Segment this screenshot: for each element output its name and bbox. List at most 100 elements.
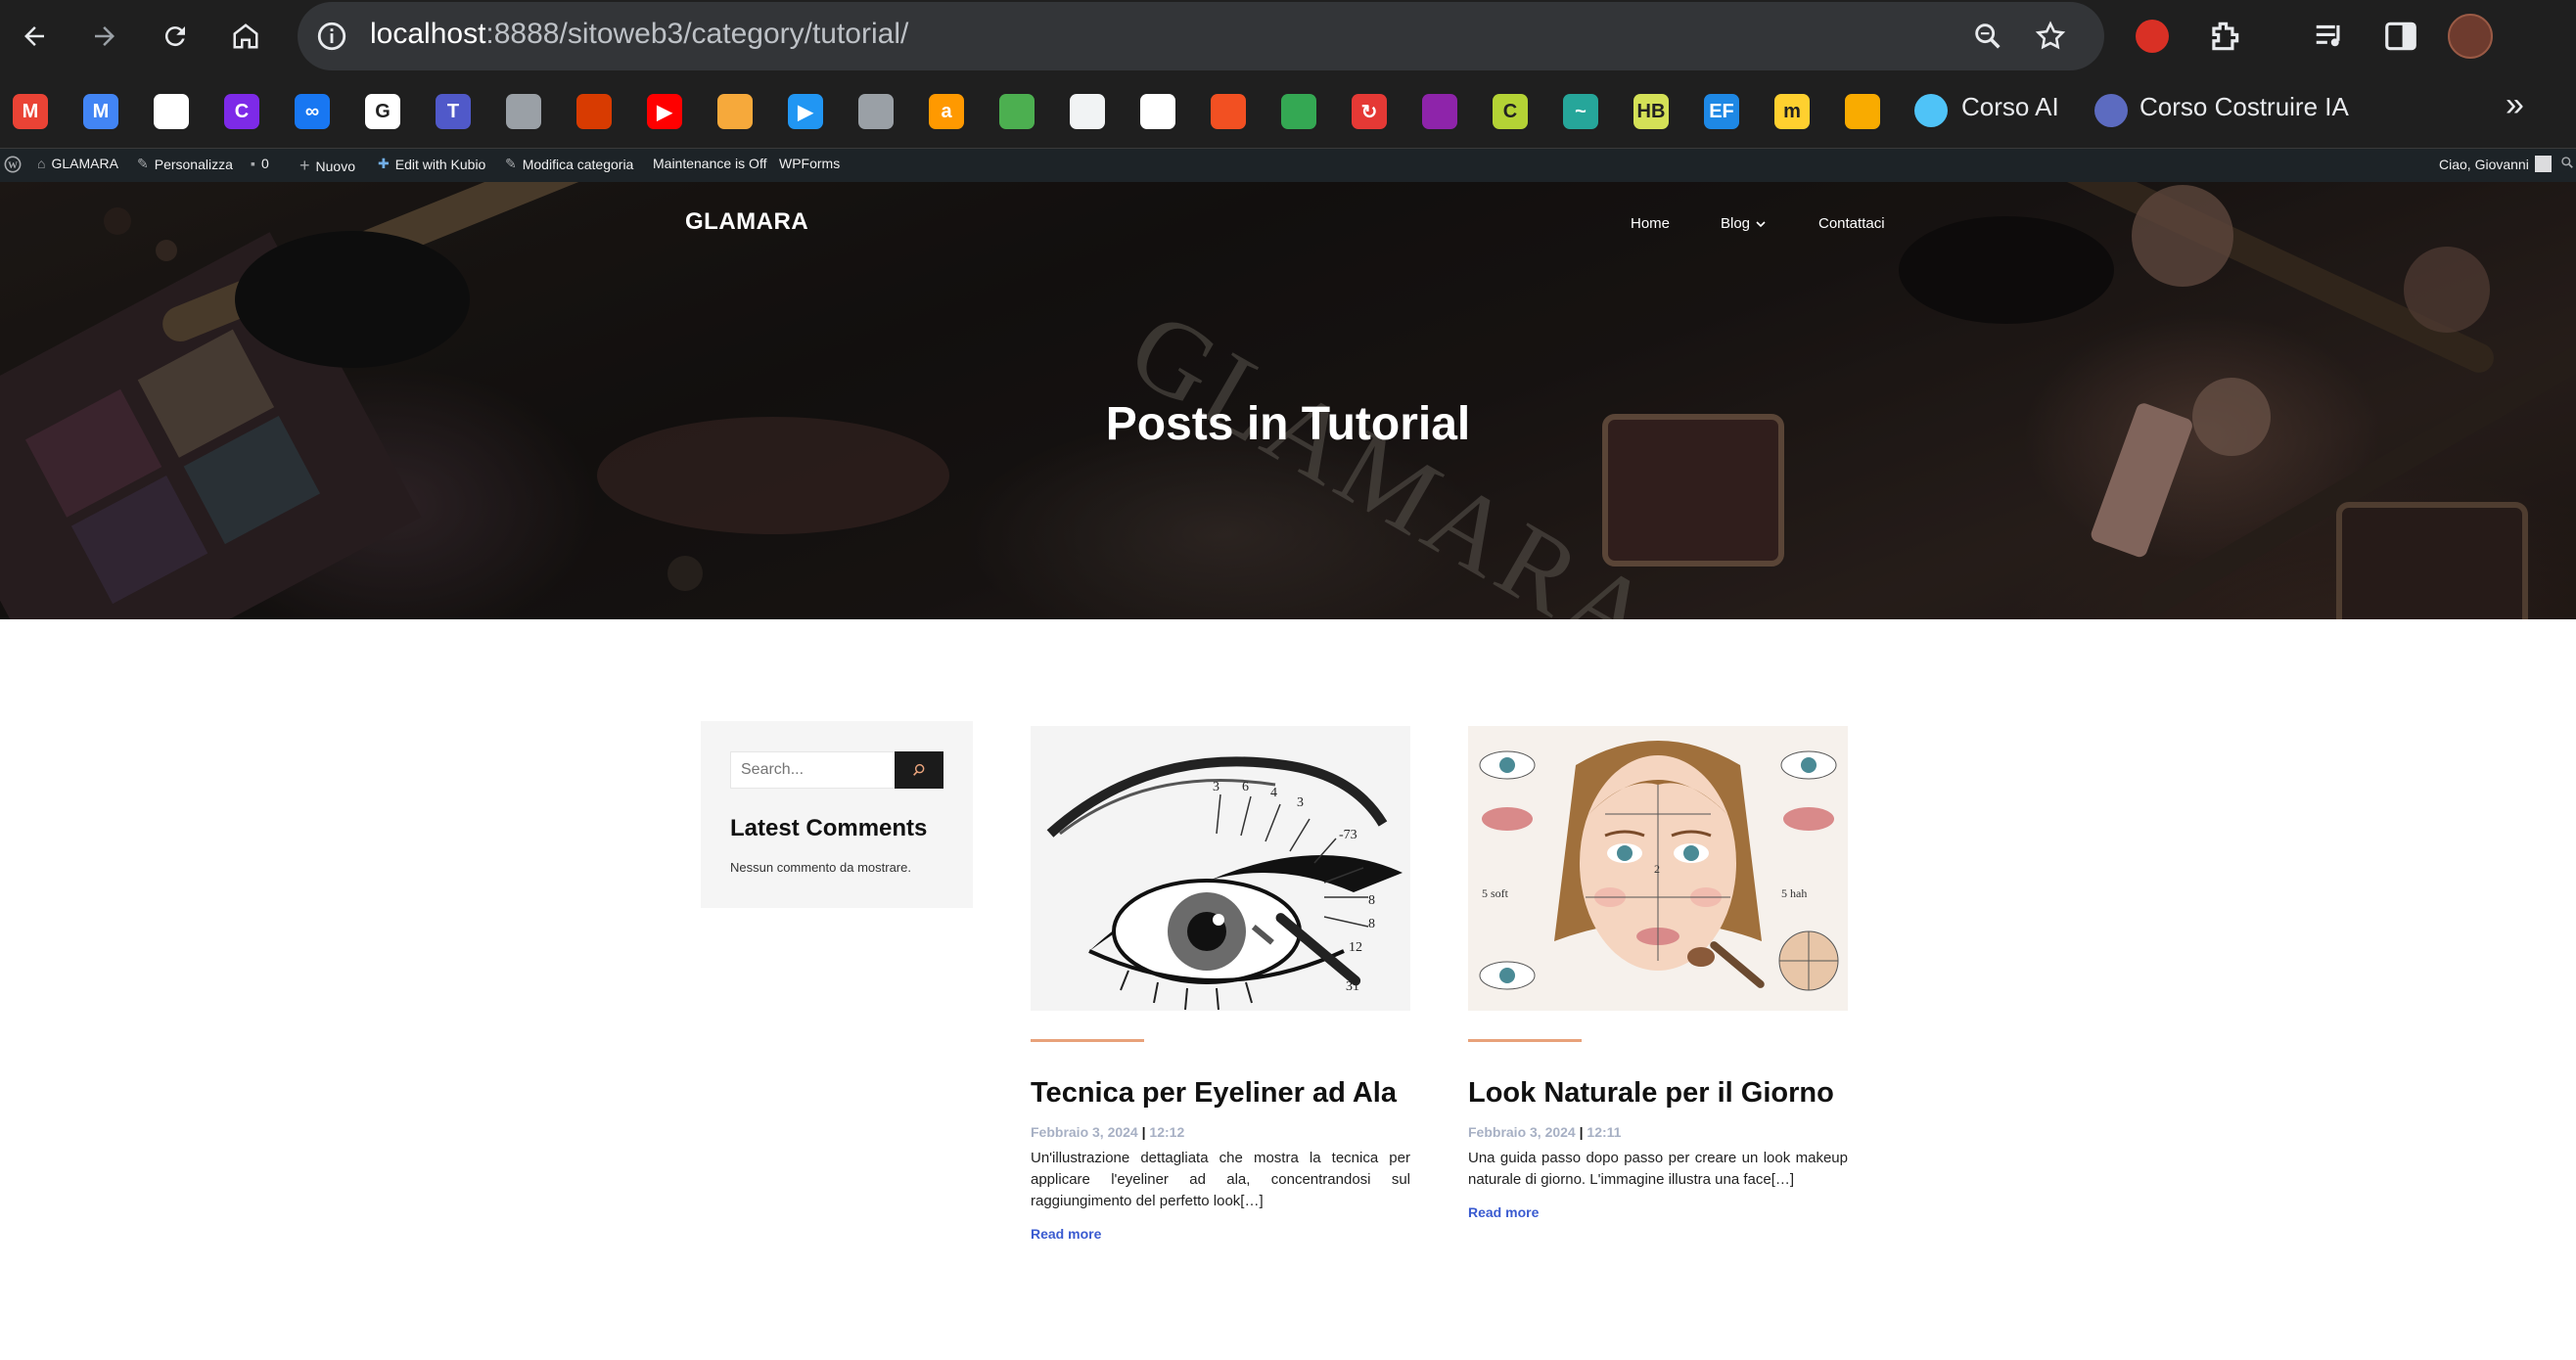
profile-avatar[interactable] (2448, 14, 2493, 59)
chrome-icon[interactable] (1070, 94, 1105, 129)
gmail-icon[interactable]: M (13, 94, 48, 129)
analytics-icon[interactable] (1845, 94, 1880, 129)
browser-toolbar: localhost:8888/sitoweb3/category/tutoria… (0, 0, 2576, 74)
svg-text:8: 8 (1368, 917, 1375, 931)
star-icon[interactable] (2034, 20, 2067, 53)
back-button[interactable] (12, 14, 57, 59)
wp-admin-bar: W ⌂ GLAMARA ✎ Personalizza ▪ 0 + Nuovo ✚ Edit… (0, 149, 2576, 182)
search-icon (913, 763, 925, 776)
svg-text:12: 12 (1349, 940, 1362, 955)
ef-icon[interactable]: EF (1704, 94, 1739, 129)
post-title[interactable]: Look Naturale per il Giorno (1468, 1077, 1848, 1110)
post-meta: Febbraio 3, 2024 | 12:11 (1468, 1124, 1848, 1140)
more-bookmarks-icon[interactable]: » (2506, 86, 2524, 124)
wp-logo-icon[interactable]: W (4, 156, 22, 173)
wp-site-name[interactable]: ⌂ GLAMARA (37, 156, 118, 171)
search-icon[interactable] (2560, 156, 2574, 169)
read-more-link[interactable]: Read more (1031, 1226, 1410, 1242)
miro-icon[interactable]: m (1774, 94, 1810, 129)
wp-customize[interactable]: ✎ Personalizza (137, 156, 233, 172)
c-icon[interactable]: C (1493, 94, 1528, 129)
bookmark-corso-ai[interactable]: Corso AI (1961, 92, 2059, 122)
post-time: 12:11 (1587, 1124, 1622, 1140)
sidebar: Latest Comments Nessun commento da mostr… (701, 721, 973, 908)
wp-wpforms[interactable]: WPForms (779, 156, 840, 171)
face-illustration: 5 soft 5 hah 2 (1468, 726, 1848, 1011)
lens-icon[interactable] (717, 94, 753, 129)
svg-text:5 soft: 5 soft (1482, 886, 1509, 900)
svg-text:3: 3 (1297, 795, 1304, 810)
comment-icon: ▪ (251, 156, 255, 171)
globe-icon[interactable] (506, 94, 541, 129)
post-title[interactable]: Tecnica per Eyeliner ad Ala (1031, 1077, 1410, 1110)
post-thumbnail-natural-look[interactable]: 5 soft 5 hah 2 (1468, 726, 1848, 1011)
post-date[interactable]: Febbraio 3, 2024 (1031, 1124, 1138, 1140)
drive-icon[interactable] (1281, 94, 1316, 129)
chevron-down-icon (1756, 220, 1766, 227)
post-thumbnail-eyeliner[interactable]: 3643 -73 8 8 12 31 (1031, 726, 1410, 1011)
svg-text:5 hah: 5 hah (1781, 886, 1807, 900)
nav-home[interactable]: Home (1631, 215, 1670, 232)
bookmarks-bar: M M C ∞ G T ▶ ▶ a ↻ C ~ HB EF m Corso AI Corso Costrui… (0, 74, 2576, 149)
amazon-icon[interactable]: a (929, 94, 964, 129)
meta-icon[interactable]: ∞ (295, 94, 330, 129)
document-icon[interactable] (1140, 94, 1175, 129)
forward-button[interactable] (82, 14, 127, 59)
wp-maintenance[interactable]: Maintenance is Off (653, 156, 766, 171)
widget-text: Nessun commento da mostrare. (730, 860, 911, 875)
blob-icon[interactable] (1422, 94, 1457, 129)
info-icon[interactable] (315, 20, 348, 53)
extensions-icon[interactable] (2206, 18, 2243, 55)
globe-icon[interactable] (858, 94, 894, 129)
wp-edit-category[interactable]: ✎ Modifica categoria (505, 156, 633, 172)
reload-button[interactable] (153, 14, 198, 59)
hero-banner: GLAMARA GLAMARA Home Blog Contattaci Pos… (0, 182, 2576, 619)
home-button[interactable] (223, 14, 268, 59)
gift-icon[interactable] (999, 94, 1035, 129)
user-avatar (2534, 156, 2552, 172)
media-queue-icon[interactable] (2312, 18, 2349, 55)
url-path: :8888/sitoweb3/category/tutorial/ (485, 18, 909, 50)
wp-comments[interactable]: ▪ 0 (251, 156, 269, 171)
read-more-link[interactable]: Read more (1468, 1204, 1848, 1220)
search-input[interactable] (730, 751, 897, 789)
post-excerpt: Una guida passo dopo passo per creare un… (1468, 1150, 1848, 1188)
cloud-icon[interactable] (154, 94, 189, 129)
svg-text:4: 4 (1270, 786, 1277, 800)
search-button[interactable] (895, 751, 943, 789)
svg-text:6: 6 (1242, 780, 1249, 794)
side-panel-icon[interactable] (2382, 18, 2419, 55)
canva-icon[interactable]: C (224, 94, 259, 129)
bookmark-corso-costruire-ia[interactable]: Corso Costruire IA (2139, 92, 2349, 122)
zoom-icon[interactable] (1971, 20, 2004, 53)
arrow-left-icon (24, 26, 44, 46)
office-icon[interactable] (576, 94, 612, 129)
nav-blog[interactable]: Blog (1721, 215, 1766, 232)
play-icon[interactable]: ▶ (788, 94, 823, 129)
url-text[interactable]: localhost:8888/sitoweb3/category/tutoria… (370, 18, 908, 51)
post-time: 12:12 (1149, 1124, 1185, 1140)
home-icon (233, 23, 258, 49)
pencil-icon: ✎ (505, 156, 517, 171)
youtube-icon[interactable]: ▶ (647, 94, 682, 129)
teams-icon[interactable]: T (436, 94, 471, 129)
site-logo[interactable]: GLAMARA (685, 208, 808, 236)
gmail-icon[interactable]: M (83, 94, 118, 129)
chart-line-icon[interactable]: ~ (1563, 94, 1598, 129)
accent-divider (1468, 1039, 1582, 1042)
post-date[interactable]: Febbraio 3, 2024 (1468, 1124, 1576, 1140)
wp-new[interactable]: + Nuovo (299, 156, 355, 176)
svg-text:-73: -73 (1339, 828, 1357, 842)
hb-icon[interactable]: HB (1633, 94, 1669, 129)
microsoft-icon[interactable] (1211, 94, 1246, 129)
wp-edit-with-kubio[interactable]: ✚ Edit with Kubio (378, 156, 485, 172)
post-card: 3643 -73 8 8 12 31 Tecnica per Eyeliner ad A… (1031, 726, 1410, 1242)
brush-icon: ✎ (137, 156, 149, 171)
adblock-extension-icon[interactable] (2136, 20, 2169, 53)
home-icon: ⌂ (37, 156, 46, 171)
nav-contattaci[interactable]: Contattaci (1818, 215, 1885, 232)
google-icon[interactable]: G (365, 94, 400, 129)
address-bar[interactable]: localhost:8888/sitoweb3/category/tutoria… (298, 2, 2104, 70)
sync-icon[interactable]: ↻ (1352, 94, 1387, 129)
wp-account[interactable]: Ciao, Giovanni (2439, 156, 2552, 172)
